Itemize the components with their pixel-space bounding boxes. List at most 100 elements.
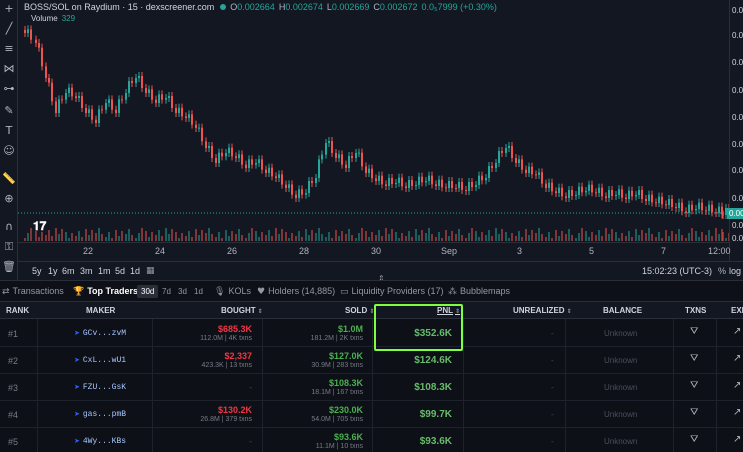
- period-3d-button[interactable]: 3d: [174, 285, 191, 298]
- external-link-icon[interactable]: ↗: [733, 434, 741, 445]
- header-maker: MAKER: [86, 306, 116, 315]
- tab-label: Liquidity Providers (17): [351, 286, 444, 296]
- maker-link[interactable]: ➤ GCv...zvM: [74, 329, 126, 338]
- droplet-icon: ▭: [340, 287, 349, 297]
- header-pnl[interactable]: PNL ⇕: [437, 306, 460, 315]
- table-row[interactable]: #3 ➤ FZU...GsK - $108.3K 18.1M | 167 txns $108…: [0, 374, 743, 401]
- bottom-tabs: ⇄ Transactions 🏆 Top Traders 30d 7d 3d 1d …: [0, 280, 743, 302]
- tab-holders[interactable]: ♥ Holders (14,885): [257, 286, 335, 297]
- period-30d-button[interactable]: 30d: [137, 285, 159, 298]
- external-link-icon[interactable]: ↗: [733, 326, 741, 337]
- log-toggle[interactable]: log: [729, 266, 741, 276]
- external-link-icon[interactable]: ↗: [733, 407, 741, 418]
- fish-icon: ➤: [74, 437, 80, 445]
- sold-value: $93.6K: [333, 432, 363, 442]
- range-3m-button[interactable]: 3m: [80, 266, 93, 276]
- filter-icon[interactable]: ⛛: [690, 407, 698, 418]
- rank-cell: #4: [8, 410, 19, 420]
- sold-detail: 54.0M | 705 txns: [311, 416, 363, 423]
- bought-detail: 423.3K | 13 txns: [201, 362, 252, 369]
- range-1m-button[interactable]: 1m: [98, 266, 111, 276]
- filter-icon[interactable]: ⛛: [690, 434, 698, 445]
- maker-link[interactable]: ➤ 4Wy...KBs: [74, 437, 126, 446]
- header-bought[interactable]: BOUGHT ⇕: [221, 306, 263, 315]
- tab-label: KOLs: [228, 286, 251, 296]
- price-label: 0.00: [732, 194, 743, 203]
- range-5d-button[interactable]: 5d: [115, 266, 125, 276]
- sort-icon: ⇕: [257, 308, 263, 315]
- tab-kols[interactable]: 🎙 KOLs: [214, 286, 251, 297]
- tradingview-logo: 𝟏𝟕: [33, 219, 47, 233]
- sold-detail: 30.9M | 283 txns: [311, 362, 363, 369]
- tab-label: Bubblemaps: [460, 286, 511, 296]
- bought-value: $2,337: [224, 351, 252, 361]
- balance-value: Unknown: [604, 410, 638, 419]
- maker-address: 4Wy...KBs: [82, 437, 127, 446]
- header-unrealized[interactable]: UNREALIZED ⇕: [513, 306, 572, 315]
- range-1y-button[interactable]: 1y: [48, 266, 58, 276]
- calendar-icon[interactable]: ▦: [146, 266, 155, 276]
- price-axis[interactable]: 0.00 0.00 0.00 0.00 0.00 0.00 0.00 0.00 0.00 0.00: [729, 0, 743, 262]
- price-chart[interactable]: + ╱ ≡ ⋈ ⊶ ✎ T ☺ 📏 ⊕ ∩ ⚿ 🗑 BOSS/SOL on Ra…: [0, 0, 743, 280]
- external-link-icon[interactable]: ↗: [733, 380, 741, 391]
- sold-detail: 181.2M | 2K txns: [310, 335, 363, 342]
- header-label: PNL: [437, 306, 453, 315]
- tab-bubblemaps[interactable]: ⁂ Bubblemaps: [448, 286, 510, 297]
- maker-link[interactable]: ➤ FZU...GsK: [74, 383, 126, 392]
- microphone-icon: 🎙: [214, 287, 226, 297]
- bought-value: $685.3K: [217, 324, 252, 334]
- range-5y-button[interactable]: 5y: [32, 266, 42, 276]
- filter-icon[interactable]: ⛛: [690, 380, 698, 391]
- rank-cell: #1: [8, 329, 19, 339]
- trash-icon[interactable]: 🗑: [2, 260, 16, 274]
- rank-cell: #5: [8, 437, 19, 447]
- unrealized-value: -: [551, 383, 554, 392]
- range-1d-button[interactable]: 1d: [130, 266, 140, 276]
- price-label: 0.00: [732, 6, 743, 15]
- filter-icon[interactable]: ⛛: [690, 326, 698, 337]
- current-price-label: 0.00: [727, 208, 743, 219]
- filter-icon[interactable]: ⛛: [690, 353, 698, 364]
- time-label: 5: [589, 246, 595, 256]
- header-balance: BALANCE: [603, 306, 643, 315]
- period-1d-button[interactable]: 1d: [190, 285, 207, 298]
- unrealized-value: -: [551, 437, 554, 446]
- time-label: 24: [155, 246, 166, 256]
- time-label: 22: [83, 246, 94, 256]
- time-axis[interactable]: 22 24 26 28 30 Sep 3 5 7 12:00: [18, 242, 731, 260]
- fish-icon: ➤: [74, 329, 80, 337]
- sort-icon: ⇕: [369, 308, 375, 315]
- time-label: 28: [299, 246, 310, 256]
- price-label: 0.00: [732, 221, 743, 230]
- sold-value: $108.3K: [328, 378, 363, 388]
- balance-value: Unknown: [604, 329, 638, 338]
- list-icon: ⇄: [2, 287, 10, 297]
- time-label: 12:00: [708, 246, 731, 256]
- bought-detail: -: [249, 383, 252, 392]
- period-7d-button[interactable]: 7d: [158, 285, 175, 298]
- maker-link[interactable]: ➤ CxL...wU1: [74, 356, 126, 365]
- maker-address: GCv...zvM: [82, 329, 127, 338]
- clock-readout[interactable]: 15:02:23 (UTC-3): [642, 266, 712, 276]
- price-label: 0.00: [732, 58, 743, 67]
- time-label: 3: [517, 246, 523, 256]
- bought-detail: 26.8M | 379 txns: [200, 416, 252, 423]
- table-row[interactable]: #1 ➤ GCv...zvM $685.3K 112.0M | 4K txns $1.0M…: [0, 320, 743, 347]
- rank-cell: #3: [8, 383, 19, 393]
- maker-link[interactable]: ➤ gas...pmB: [74, 410, 126, 419]
- table-row[interactable]: #2 ➤ CxL...wU1 $2,337 423.3K | 13 txns $127.0…: [0, 347, 743, 374]
- external-link-icon[interactable]: ↗: [733, 353, 741, 364]
- tab-liquidity-providers[interactable]: ▭ Liquidity Providers (17): [340, 286, 444, 297]
- header-sold[interactable]: SOLD ⇕: [345, 306, 374, 315]
- percent-toggle[interactable]: %: [718, 266, 726, 276]
- sort-icon: ⇕: [566, 308, 572, 315]
- range-6m-button[interactable]: 6m: [62, 266, 75, 276]
- tab-top-traders[interactable]: 🏆 Top Traders: [73, 286, 138, 297]
- tab-transactions[interactable]: ⇄ Transactions: [2, 286, 64, 297]
- table-row[interactable]: #4 ➤ gas...pmB $130.2K 26.8M | 379 txns $230.…: [0, 401, 743, 428]
- balance-value: Unknown: [604, 437, 638, 446]
- pnl-value: $108.3K: [414, 382, 452, 393]
- table-row[interactable]: #5 ➤ 4Wy...KBs - $93.6K 11.1M | 10 txns $93.6K…: [0, 428, 743, 452]
- sort-icon: ⇕: [455, 308, 461, 315]
- balance-value: Unknown: [604, 356, 638, 365]
